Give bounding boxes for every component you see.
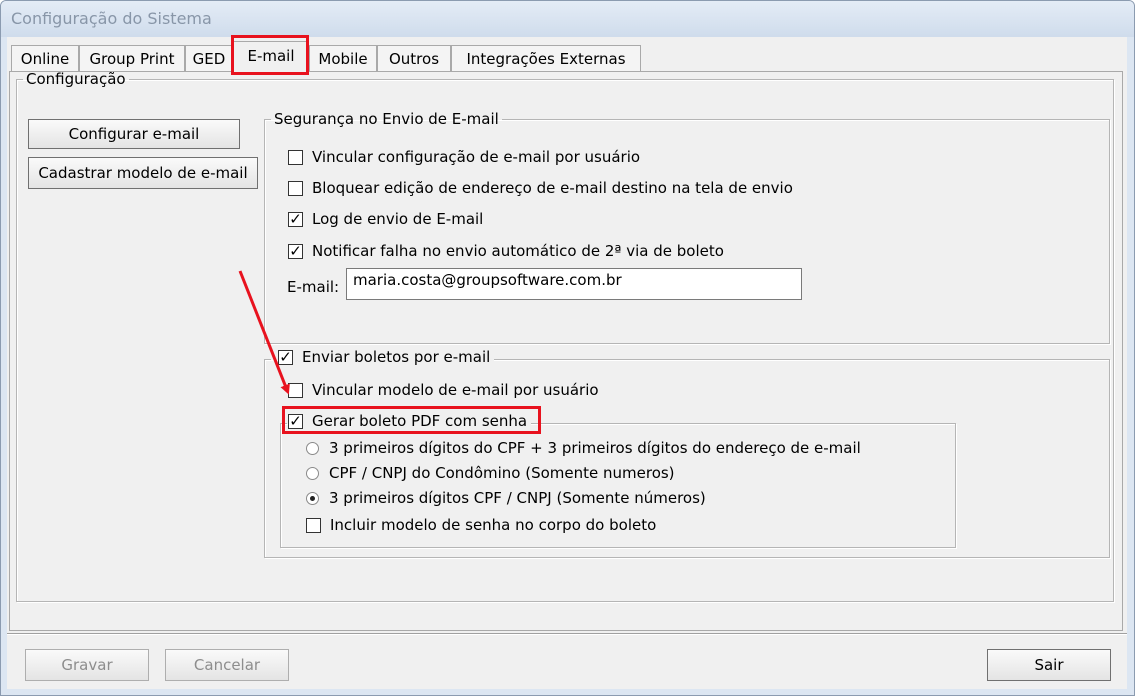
option-label: Notificar falha no envio automático de 2… <box>312 242 724 260</box>
save-button[interactable]: Gravar <box>25 649 149 681</box>
tab-strip: Online Group Print GED E-mail Mobile Out… <box>7 35 1127 75</box>
checkbox-checked[interactable]: ✓ <box>288 243 303 259</box>
checkbox[interactable] <box>288 180 303 196</box>
security-legend: Segurança no Envio de E-mail <box>274 110 499 128</box>
tab-ged[interactable]: GED <box>185 45 233 72</box>
send-boletos-toggle[interactable]: ✓ Enviar boletos por e-mail <box>278 348 495 366</box>
tab-integracoes-externas[interactable]: Integrações Externas <box>451 45 641 72</box>
exit-button[interactable]: Sair <box>987 649 1111 681</box>
option-label: Vincular modelo de e-mail por usuário <box>312 381 599 399</box>
email-tab-panel: Configuração Configurar e-mail Cadastrar… <box>9 70 1123 631</box>
security-option-log[interactable]: ✓ Log de envio de E-mail <box>288 210 483 228</box>
security-option-block-edit[interactable]: Bloquear edição de endereço de e-mail de… <box>288 179 793 197</box>
pdf-password-toggle[interactable]: ✓ Gerar boleto PDF com senha <box>288 412 532 430</box>
option-label: 3 primeiros dígitos do CPF + 3 primeiros… <box>329 439 861 457</box>
send-boletos-label: Enviar boletos por e-mail <box>302 348 491 366</box>
option-label: Bloquear edição de endereço de e-mail de… <box>312 179 793 197</box>
tab-online[interactable]: Online <box>11 45 79 72</box>
password-option-first-three-digits[interactable]: 3 primeiros dígitos CPF / CNPJ (Somente … <box>306 489 706 507</box>
option-label: Incluir modelo de senha no corpo do bole… <box>330 516 657 534</box>
option-label: Log de envio de E-mail <box>312 210 484 228</box>
checkbox[interactable] <box>288 149 303 165</box>
checkbox-checked[interactable]: ✓ <box>278 349 293 365</box>
email-field[interactable]: maria.costa@groupsoftware.com.br <box>346 268 802 300</box>
password-option-cpf-email[interactable]: 3 primeiros dígitos do CPF + 3 primeiros… <box>306 439 861 457</box>
include-password-model-option[interactable]: Incluir modelo de senha no corpo do bole… <box>306 516 656 534</box>
footer-bar: Gravar Cancelar Sair <box>7 633 1127 689</box>
register-email-model-button[interactable]: Cadastrar modelo de e-mail <box>28 157 258 189</box>
cancel-button[interactable]: Cancelar <box>165 649 289 681</box>
title-bar: Configuração do Sistema <box>1 1 1134 37</box>
tab-email[interactable]: E-mail <box>233 41 309 73</box>
window-client: Online Group Print GED E-mail Mobile Out… <box>7 35 1127 689</box>
password-option-cpf-cnpj-condomino[interactable]: CPF / CNPJ do Condômino (Somente numeros… <box>306 464 675 482</box>
system-config-window: Configuração do Sistema Online Group Pri… <box>0 0 1135 696</box>
checkbox[interactable] <box>306 517 321 533</box>
window-title: Configuração do Sistema <box>11 9 212 28</box>
radio-button[interactable] <box>306 441 319 455</box>
tab-mobile[interactable]: Mobile <box>309 45 377 72</box>
option-label: CPF / CNPJ do Condômino (Somente numeros… <box>329 464 675 482</box>
checkbox-checked[interactable]: ✓ <box>288 413 303 429</box>
radio-button-selected[interactable] <box>306 491 319 505</box>
footer-separator <box>7 633 1127 635</box>
tab-outros[interactable]: Outros <box>377 45 451 72</box>
checkbox-checked[interactable]: ✓ <box>288 211 303 227</box>
configure-email-button[interactable]: Configurar e-mail <box>28 119 240 149</box>
security-option-notify-failure[interactable]: ✓ Notificar falha no envio automático de… <box>288 242 724 260</box>
link-model-option[interactable]: Vincular modelo de e-mail por usuário <box>288 381 599 399</box>
security-option-link-config[interactable]: Vincular configuração de e-mail por usuá… <box>288 148 640 166</box>
checkbox[interactable] <box>288 382 303 398</box>
config-legend: Configuração <box>26 70 126 88</box>
pdf-password-label: Gerar boleto PDF com senha <box>312 412 528 430</box>
radio-button[interactable] <box>306 466 319 480</box>
tab-group-print[interactable]: Group Print <box>79 45 185 72</box>
option-label: 3 primeiros dígitos CPF / CNPJ (Somente … <box>329 489 706 507</box>
option-label: Vincular configuração de e-mail por usuá… <box>312 148 641 166</box>
email-label: E-mail: <box>287 278 340 296</box>
